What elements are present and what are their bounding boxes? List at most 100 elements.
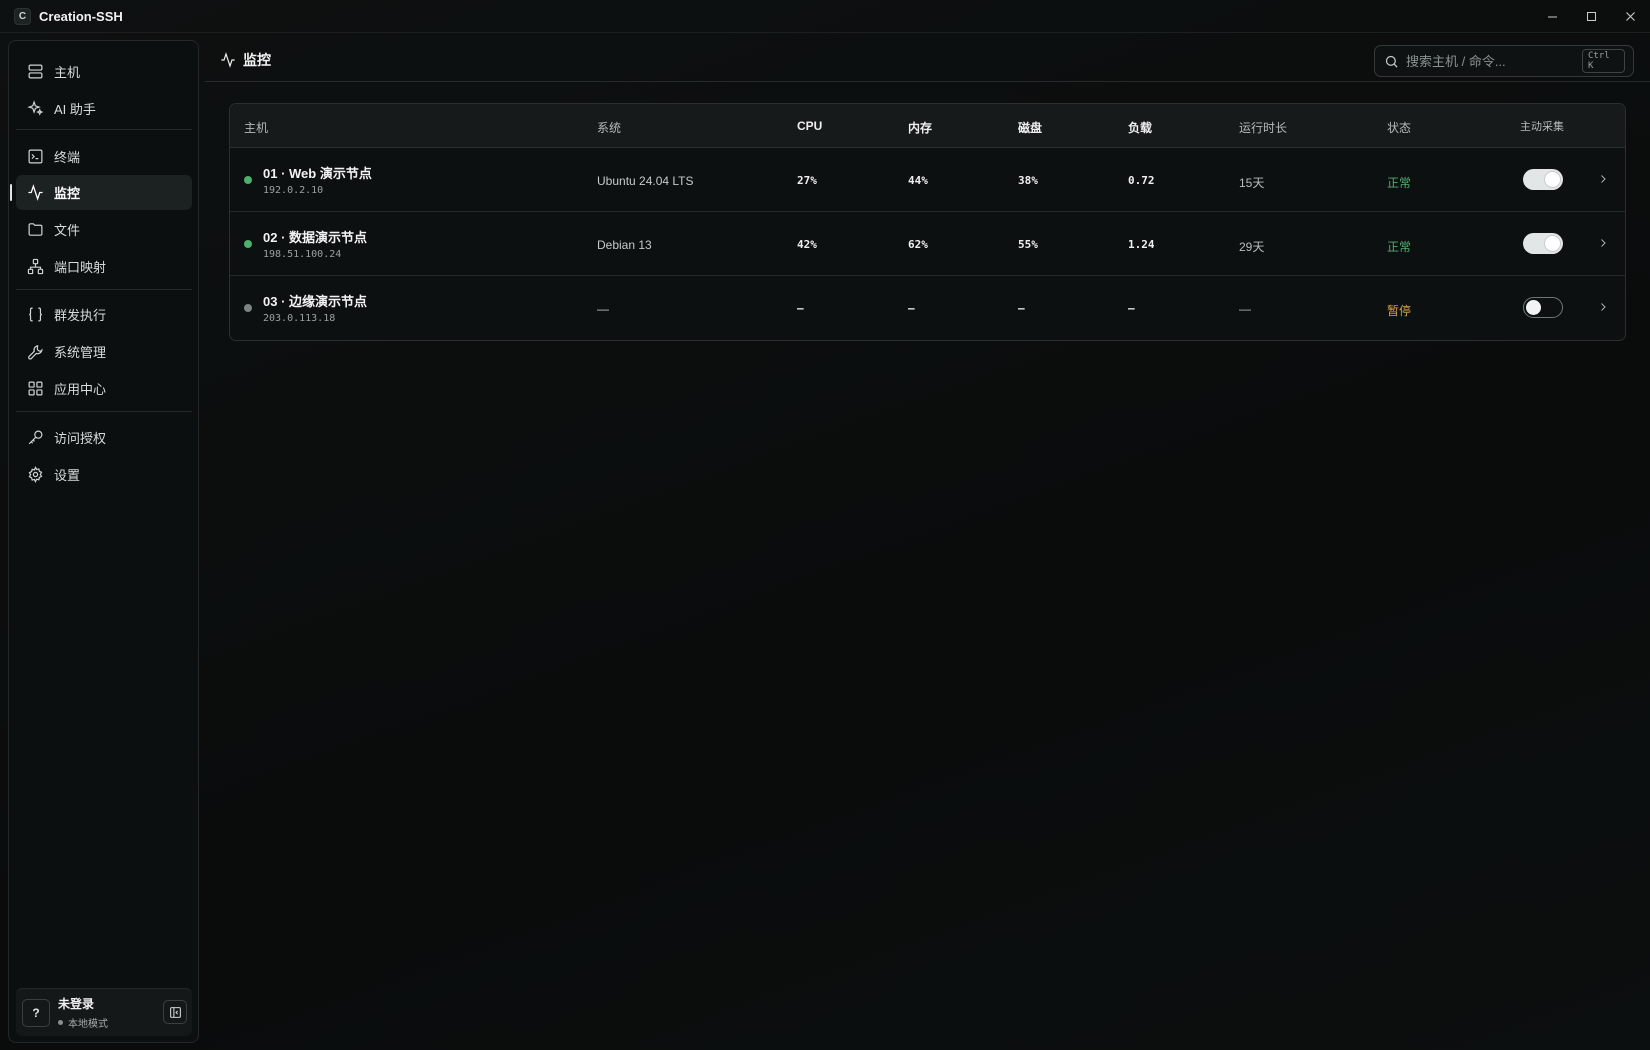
mem-value: 44% [908, 174, 928, 187]
status-badge: 正常 [1387, 240, 1412, 254]
server-icon [26, 63, 44, 81]
host-ip: 192.0.2.10 [263, 185, 324, 196]
host-name: 01 · Web 演示节点 [263, 166, 372, 181]
online-status-dot [244, 176, 252, 184]
title-bar: C Creation-SSH [0, 0, 1650, 33]
sidebar-item-app-center[interactable]: 应用中心 [16, 371, 192, 406]
main-header: 监控 Ctrl K [205, 33, 1650, 82]
monitor-table: 主机 系统 CPU 内存 磁盘 负载 运行时长 状态 主动采集 01 · Web… [229, 103, 1626, 341]
sidebar-item-system-admin[interactable]: 系统管理 [16, 334, 192, 369]
braces-icon [26, 306, 44, 324]
disk-value: 55% [1018, 238, 1038, 251]
user-panel[interactable]: ? 未登录 本地模式 [16, 988, 192, 1036]
load-value: 1.24 [1128, 238, 1155, 251]
collect-toggle[interactable] [1523, 169, 1563, 190]
online-status-dot [244, 240, 252, 248]
host-name: 03 · 边缘演示节点 [263, 294, 368, 309]
sidebar-item-access-auth[interactable]: 访问授权 [16, 420, 192, 455]
mem-value: 62% [908, 238, 928, 251]
user-mode-label: 本地模式 [68, 1019, 108, 1030]
sidebar-item-label: 访问授权 [54, 431, 107, 446]
sidebar-item-label: 监控 [54, 186, 81, 201]
table-row[interactable]: 02 · 数据演示节点 198.51.100.24 Debian 13 42% … [230, 212, 1625, 276]
collect-toggle[interactable] [1523, 233, 1563, 254]
folder-icon [26, 221, 44, 239]
column-header-mem: 内存 [908, 121, 933, 135]
app-title: Creation-SSH [39, 8, 123, 24]
chevron-right-icon[interactable] [1595, 171, 1611, 187]
table-row[interactable]: 01 · Web 演示节点 192.0.2.10 Ubuntu 24.04 LT… [230, 148, 1625, 212]
column-header-state: 状态 [1387, 121, 1412, 135]
disk-value: – [1018, 302, 1025, 315]
gear-icon [26, 466, 44, 484]
uptime-value: 29天 [1239, 240, 1265, 254]
sidebar-divider [16, 411, 192, 412]
column-header-os: 系统 [597, 121, 622, 135]
column-header-uptime: 运行时长 [1239, 121, 1288, 135]
sidebar-item-label: 主机 [54, 65, 81, 80]
sidebar-item-label: 端口映射 [54, 260, 107, 275]
panel-collapse-icon [169, 1006, 181, 1018]
toggle-knob [1526, 300, 1541, 315]
host-os: — [597, 302, 609, 316]
window-controls [1533, 0, 1650, 33]
sidebar-item-label: 设置 [54, 468, 81, 483]
grid-icon [26, 380, 44, 398]
search-input[interactable] [1406, 53, 1582, 69]
cpu-value: – [797, 302, 804, 315]
sidebar-item-batch-exec[interactable]: 群发执行 [16, 297, 192, 332]
page-title: 监控 [220, 50, 271, 70]
load-value: – [1128, 302, 1135, 315]
minimize-button[interactable] [1533, 0, 1572, 33]
app-window: C Creation-SSH 主机 AI 助手 终端 监控 文件 端口映射 群发… [0, 0, 1650, 1050]
column-header-cpu: CPU [797, 119, 823, 133]
status-badge: 暂停 [1387, 304, 1412, 318]
host-os: Ubuntu 24.04 LTS [597, 174, 694, 188]
sidebar-item-files[interactable]: 文件 [16, 212, 192, 247]
table-row[interactable]: 03 · 边缘演示节点 203.0.113.18 — – – – – — 暂停 [230, 276, 1625, 340]
collect-toggle[interactable] [1523, 297, 1563, 318]
app-logo-icon: C [14, 7, 31, 25]
terminal-icon [26, 148, 44, 166]
column-header-host: 主机 [244, 121, 269, 135]
table-header: 主机 系统 CPU 内存 磁盘 负载 运行时长 状态 主动采集 [230, 104, 1625, 148]
network-icon [26, 258, 44, 276]
sidebar-item-hosts[interactable]: 主机 [16, 54, 192, 89]
sidebar-item-port-mapping[interactable]: 端口映射 [16, 249, 192, 284]
host-ip: 198.51.100.24 [263, 249, 342, 260]
load-value: 0.72 [1128, 174, 1155, 187]
sidebar-item-terminal[interactable]: 终端 [16, 139, 192, 174]
uptime-value: — [1239, 302, 1251, 316]
mode-dot-icon [58, 1020, 63, 1025]
host-ip: 203.0.113.18 [263, 313, 336, 324]
sparkles-icon [26, 100, 44, 118]
host-os: Debian 13 [597, 238, 652, 252]
cpu-value: 27% [797, 174, 817, 187]
search-shortcut-badge: Ctrl K [1582, 49, 1625, 73]
column-header-collect: 主动采集 [1520, 121, 1564, 133]
column-header-load: 负载 [1128, 121, 1153, 135]
search-box[interactable]: Ctrl K [1374, 45, 1634, 77]
close-button[interactable] [1611, 0, 1650, 33]
collapse-sidebar-button[interactable] [163, 1000, 187, 1024]
sidebar-item-settings[interactable]: 设置 [16, 457, 192, 492]
sidebar-item-label: 文件 [54, 223, 81, 238]
sidebar-item-label: 应用中心 [54, 382, 107, 397]
disk-value: 38% [1018, 174, 1038, 187]
sidebar: 主机 AI 助手 终端 监控 文件 端口映射 群发执行 系统管理 应用中心 访问… [8, 40, 199, 1043]
sidebar-item-label: AI 助手 [54, 102, 96, 117]
sidebar-item-label: 群发执行 [54, 308, 107, 323]
toggle-knob [1545, 236, 1560, 251]
sidebar-item-ai-assistant[interactable]: AI 助手 [16, 91, 192, 126]
maximize-button[interactable] [1572, 0, 1611, 33]
offline-status-dot [244, 304, 252, 312]
key-icon [26, 429, 44, 447]
sidebar-item-monitor[interactable]: 监控 [10, 175, 192, 210]
avatar: ? [22, 998, 50, 1027]
sidebar-divider [16, 289, 192, 290]
host-name: 02 · 数据演示节点 [263, 230, 368, 245]
cpu-value: 42% [797, 238, 817, 251]
chevron-right-icon[interactable] [1595, 299, 1611, 315]
chevron-right-icon[interactable] [1595, 235, 1611, 251]
mem-value: – [908, 302, 915, 315]
